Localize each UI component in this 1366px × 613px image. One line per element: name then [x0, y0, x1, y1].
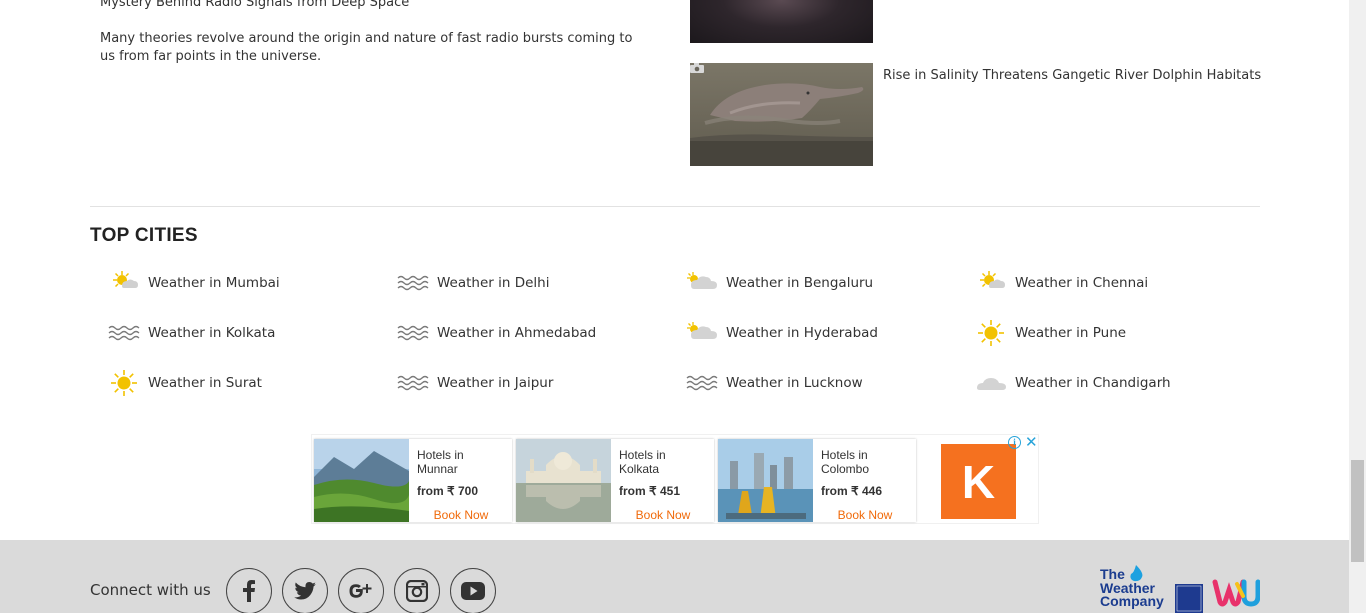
- city-label: Weather in Mumbai: [148, 275, 280, 291]
- book-now-button[interactable]: Book Now: [619, 508, 707, 522]
- haze-icon: [686, 375, 718, 391]
- article-thumbnail-space[interactable]: [690, 0, 873, 43]
- city-link-surat[interactable]: Weather in Surat: [108, 368, 262, 398]
- partly-cloudy-icon: [687, 322, 717, 339]
- hotel-advertisement[interactable]: Hotels in Munnar from ₹ 700 Book Now Hot…: [311, 434, 1039, 524]
- ad-price: from ₹ 700: [417, 484, 478, 498]
- city-label: Weather in Kolkata: [148, 325, 276, 341]
- site-footer: Connect with us The Weather Company: [0, 540, 1350, 613]
- article-title[interactable]: Mystery Behind Radio Signals from Deep S…: [100, 0, 640, 12]
- partly-sunny-icon: [980, 271, 1005, 288]
- ad-image-munnar: [314, 439, 409, 522]
- youtube-icon[interactable]: [450, 568, 496, 613]
- city-link-bengaluru[interactable]: Weather in Bengaluru: [686, 268, 873, 298]
- city-label: Weather in Hyderabad: [726, 325, 878, 341]
- ad-close-icon[interactable]: ✕: [1025, 433, 1038, 451]
- city-link-ahmedabad[interactable]: Weather in Ahmedabad: [397, 318, 596, 348]
- instagram-icon[interactable]: [394, 568, 440, 613]
- book-now-button[interactable]: Book Now: [417, 508, 505, 522]
- haze-icon: [108, 325, 140, 341]
- section-divider: [90, 206, 1260, 207]
- ad-price: from ₹ 446: [821, 484, 882, 498]
- city-link-delhi[interactable]: Weather in Delhi: [397, 268, 550, 298]
- weather-underground-logo[interactable]: [1212, 576, 1260, 612]
- facebook-icon[interactable]: [226, 568, 272, 613]
- ad-title: Hotels in Colombo: [821, 448, 870, 476]
- city-label: Weather in Bengaluru: [726, 275, 874, 291]
- ad-title: Hotels in Kolkata: [619, 448, 666, 476]
- scrollbar-thumb[interactable]: [1351, 460, 1364, 562]
- article-summary: Many theories revolve around the origin …: [100, 31, 633, 64]
- city-link-hyderabad[interactable]: Weather in Hyderabad: [686, 318, 878, 348]
- haze-icon: [397, 325, 429, 341]
- ad-image-kolkata: [516, 439, 611, 522]
- city-link-chandigarh[interactable]: Weather in Chandigarh: [975, 368, 1171, 398]
- weather-channel-logo[interactable]: [1175, 584, 1203, 613]
- city-link-kolkata[interactable]: Weather in Kolkata: [108, 318, 275, 348]
- partly-cloudy-icon: [687, 272, 717, 289]
- haze-icon: [397, 375, 429, 391]
- city-label: Weather in Surat: [148, 375, 262, 391]
- ad-card-colombo[interactable]: Hotels in Colombo from ₹ 446 Book Now: [718, 439, 916, 522]
- city-label: Weather in Ahmedabad: [437, 325, 597, 341]
- twitter-icon[interactable]: [282, 568, 328, 613]
- partly-sunny-icon: [113, 271, 138, 288]
- city-link-chennai[interactable]: Weather in Chennai: [975, 268, 1148, 298]
- ad-image-colombo: [718, 439, 813, 522]
- city-label: Weather in Chandigarh: [1015, 375, 1171, 391]
- kayak-logo[interactable]: K: [941, 444, 1016, 519]
- city-link-mumbai[interactable]: Weather in Mumbai: [108, 268, 280, 298]
- ad-price: from ₹ 451: [619, 484, 680, 498]
- city-link-lucknow[interactable]: Weather in Lucknow: [686, 368, 863, 398]
- droplet-icon: [1130, 565, 1143, 582]
- city-link-pune[interactable]: Weather in Pune: [975, 318, 1126, 348]
- sunny-icon: [111, 370, 137, 396]
- ad-title: Hotels in Munnar: [417, 448, 464, 476]
- ad-card-kolkata[interactable]: Hotels in Kolkata from ₹ 451 Book Now: [516, 439, 714, 522]
- cloudy-icon: [977, 378, 1006, 390]
- ad-info-icon[interactable]: i: [1008, 436, 1021, 449]
- haze-icon: [397, 275, 429, 291]
- google-plus-icon[interactable]: [338, 568, 384, 613]
- article-left[interactable]: Mystery Behind Radio Signals from Deep S…: [100, 0, 640, 66]
- city-label: Weather in Pune: [1015, 325, 1127, 341]
- ad-card-munnar[interactable]: Hotels in Munnar from ₹ 700 Book Now: [314, 439, 512, 522]
- article-dolphin-title[interactable]: Rise in Salinity Threatens Gangetic Rive…: [883, 68, 1261, 83]
- city-label: Weather in Jaipur: [437, 375, 554, 391]
- city-label: Weather in Lucknow: [726, 375, 863, 391]
- city-link-jaipur[interactable]: Weather in Jaipur: [397, 368, 553, 398]
- sunny-icon: [978, 320, 1004, 346]
- top-cities-heading: TOP CITIES: [90, 225, 198, 246]
- brand-line: Company: [1100, 593, 1164, 609]
- article-thumbnail-dolphin[interactable]: [690, 63, 873, 166]
- city-label: Weather in Chennai: [1015, 275, 1149, 291]
- connect-label: Connect with us: [90, 581, 211, 599]
- city-label: Weather in Delhi: [437, 275, 550, 291]
- book-now-button[interactable]: Book Now: [821, 508, 909, 522]
- camera-icon: [690, 63, 704, 73]
